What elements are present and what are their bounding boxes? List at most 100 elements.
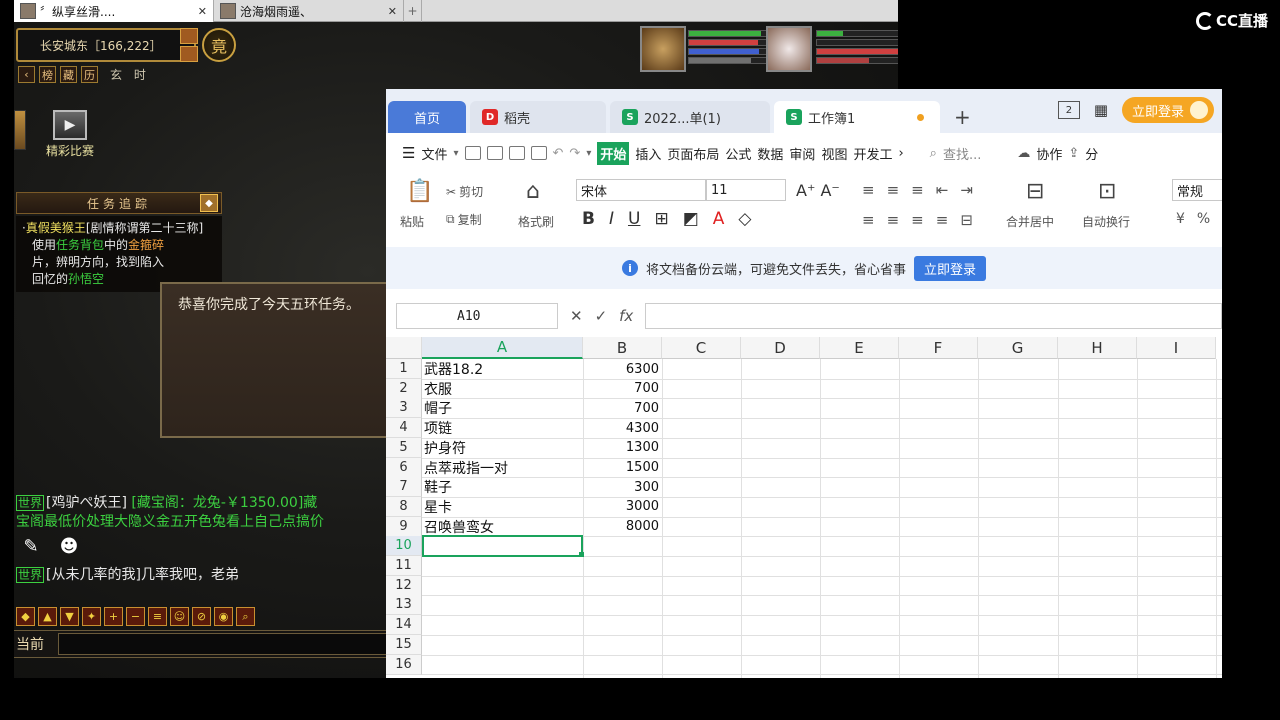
spreadsheet-window[interactable]: 首页 D 稻壳 S 2022...单(1) S 工作簿1 + 2 ▦ 立即登录 ☰ 文… (386, 89, 1222, 678)
block-icon[interactable]: ⊘ (192, 607, 211, 626)
login-button[interactable]: 立即登录 (1121, 97, 1214, 123)
copy-button[interactable]: ⧉ 复制 (446, 211, 482, 228)
justify-icon[interactable]: ≡ (936, 211, 949, 229)
pet-portrait[interactable] (640, 26, 686, 72)
channel-tag[interactable]: 世界 (16, 495, 45, 511)
game-tab-1[interactable]: 〞纵享丝滑.... ✕ (14, 0, 214, 22)
font-color-icon[interactable]: A (713, 209, 725, 229)
shield-icon[interactable]: ◉ (214, 607, 233, 626)
row-header-3[interactable]: 3 (386, 398, 422, 419)
row-header-9[interactable]: 9 (386, 516, 422, 537)
row-header-5[interactable]: 5 (386, 437, 422, 458)
cell-b4[interactable]: 4300 (583, 418, 661, 438)
align-middle-icon[interactable]: ≡ (887, 181, 900, 199)
cell-b8[interactable]: 3000 (583, 497, 661, 517)
player-portrait[interactable] (766, 26, 812, 72)
tab-file-2022[interactable]: S 2022...单(1) (610, 101, 770, 133)
wrap-text-button[interactable]: 自动换行 (1082, 213, 1130, 230)
redo-icon[interactable]: ↷ (569, 146, 580, 161)
font-select[interactable]: 宋体 (576, 179, 706, 201)
cell-a7[interactable]: 鞋子 (424, 477, 452, 497)
clear-icon[interactable]: ◇ (738, 209, 751, 229)
down-icon[interactable]: ▼ (60, 607, 79, 626)
underline-icon[interactable]: U (628, 209, 640, 229)
column-header-f[interactable]: F (899, 337, 978, 359)
column-header-e[interactable]: E (820, 337, 899, 359)
cell-a9[interactable]: 召唤兽鸾女 (424, 517, 494, 537)
cell-b1[interactable]: 6300 (583, 359, 661, 379)
align-top-icon[interactable]: ≡ (862, 181, 875, 199)
cut-button[interactable]: ✂ 剪切 (446, 183, 483, 200)
align-left-icon[interactable]: ≡ (862, 211, 875, 229)
cell-a2[interactable]: 衣服 (424, 379, 452, 399)
menu-dev[interactable]: 开发工 (853, 144, 892, 163)
channel-icon[interactable]: ◆ (16, 607, 35, 626)
cell-a6[interactable]: 点萃戒指一对 (424, 458, 508, 478)
menu-insert[interactable]: 插入 (635, 144, 661, 163)
column-header-b[interactable]: B (583, 337, 662, 359)
close-icon[interactable]: ✕ (388, 5, 397, 18)
history-button[interactable]: 历 (81, 66, 98, 83)
close-icon[interactable]: ✕ (198, 5, 207, 18)
row-header-14[interactable]: 14 (386, 615, 422, 636)
cancel-icon[interactable]: ✕ (570, 307, 583, 325)
chevron-down-icon[interactable]: ▾ (453, 148, 458, 159)
column-header-a[interactable]: A (422, 337, 583, 359)
chat-user[interactable]: [鸡驴ぺ妖王] (46, 495, 127, 511)
row-header-1[interactable]: 1 (386, 359, 422, 379)
row-header-2[interactable]: 2 (386, 378, 422, 399)
column-header-g[interactable]: G (978, 337, 1058, 359)
row-header-11[interactable]: 11 (386, 556, 422, 576)
confirm-icon[interactable]: ✓ (595, 307, 608, 325)
fill-handle[interactable] (579, 552, 584, 557)
save-icon[interactable] (464, 146, 481, 160)
hamburger-icon[interactable]: ☰ (402, 144, 415, 162)
list-icon[interactable]: ≡ (148, 607, 167, 626)
row-header-10[interactable]: 10 (386, 536, 422, 557)
new-tab-button[interactable]: + (944, 101, 981, 133)
menu-layout[interactable]: 页面布局 (667, 144, 719, 163)
print-icon[interactable] (508, 146, 525, 160)
menu-file[interactable]: 文件 (421, 144, 447, 163)
quest-item[interactable]: 金箍碎 (128, 238, 164, 252)
cloud-icon[interactable]: ☁ (1017, 146, 1030, 161)
apps-grid-icon[interactable]: ▦ (1090, 101, 1112, 119)
menu-start[interactable]: 开始 (597, 141, 630, 165)
row-header-7[interactable]: 7 (386, 477, 422, 498)
cell-b5[interactable]: 1300 (583, 438, 661, 458)
paste-button[interactable]: 粘贴 (400, 213, 424, 230)
column-header-i[interactable]: I (1137, 337, 1216, 359)
row-header-4[interactable]: 4 (386, 418, 422, 439)
search-icon[interactable] (180, 46, 198, 62)
channel-select[interactable]: 当前 (14, 634, 54, 654)
game-tab-2[interactable]: 沧海烟雨遥、 ✕ (214, 0, 404, 22)
zoom-icon[interactable]: ⌕ (236, 607, 255, 626)
preview-icon[interactable] (530, 146, 547, 160)
chevron-down-icon[interactable]: ▾ (586, 148, 591, 159)
format-painter-button[interactable]: 格式刷 (518, 213, 554, 230)
paste-icon[interactable]: 📋 (406, 179, 433, 204)
fx-icon[interactable]: fx (619, 307, 633, 325)
border-icon[interactable]: ⊞ (654, 209, 668, 229)
bold-icon[interactable]: B (582, 209, 595, 229)
channel-tag[interactable]: 世界 (16, 567, 45, 583)
align-right-icon[interactable]: ≡ (911, 211, 924, 229)
match-button[interactable]: ▶ 精彩比赛 (40, 110, 100, 159)
menu-review[interactable]: 审阅 (789, 144, 815, 163)
share-icon[interactable]: ⇪ (1068, 146, 1079, 161)
share-button[interactable]: 分 (1085, 144, 1098, 163)
row-header-8[interactable]: 8 (386, 496, 422, 517)
number-format-select[interactable]: 常规 (1172, 179, 1222, 201)
new-tab-button[interactable]: + (404, 0, 422, 22)
menu-view[interactable]: 视图 (821, 144, 847, 163)
tab-home[interactable]: 首页 (388, 101, 466, 133)
column-header-c[interactable]: C (662, 337, 741, 359)
cell-a5[interactable]: 护身符 (424, 438, 466, 458)
ranking-button[interactable]: 榜 (39, 66, 56, 83)
brush-icon[interactable]: ⌂ (526, 179, 540, 204)
undo-icon[interactable]: ↶ (553, 146, 564, 161)
menu-data[interactable]: 数据 (757, 144, 783, 163)
cell-b7[interactable]: 300 (583, 477, 661, 497)
minus-icon[interactable]: − (126, 607, 145, 626)
quest-link[interactable]: 任务背包 (56, 238, 104, 252)
